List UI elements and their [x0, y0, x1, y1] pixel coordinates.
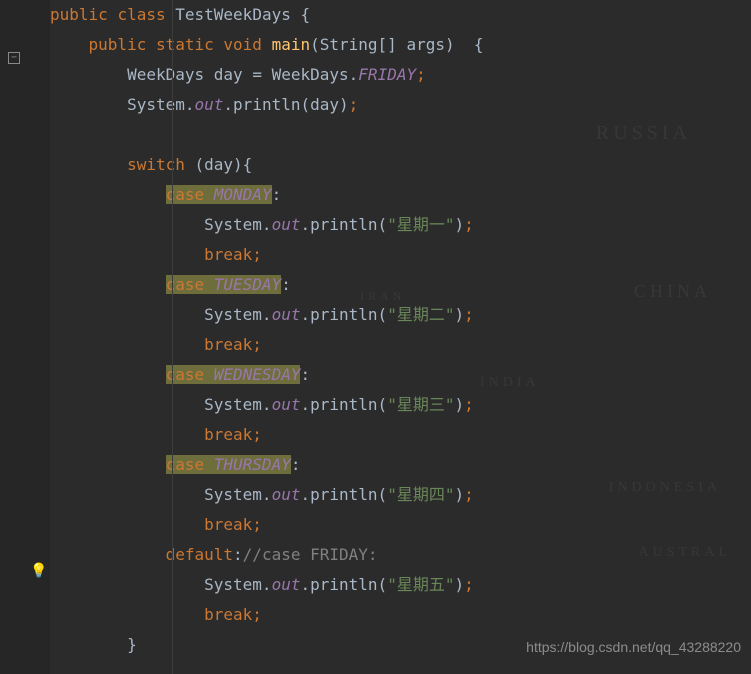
code-line: case MONDAY:: [50, 180, 751, 210]
code-line: WeekDays day = WeekDays.FRIDAY;: [50, 60, 751, 90]
code-line: System.out.println("星期一");: [50, 210, 751, 240]
code-line: break;: [50, 240, 751, 270]
editor-gutter: − 💡: [0, 0, 50, 674]
code-line: System.out.println("星期二");: [50, 300, 751, 330]
bulb-icon[interactable]: 💡: [30, 558, 47, 584]
code-line: System.out.println(day);: [50, 90, 751, 120]
code-line: System.out.println("星期五");: [50, 570, 751, 600]
code-line: default://case FRIDAY:: [50, 540, 751, 570]
code-line: break;: [50, 510, 751, 540]
code-line: [50, 120, 751, 150]
code-line: case THURSDAY:: [50, 450, 751, 480]
indent-guide: [172, 0, 173, 674]
code-line: public class TestWeekDays {: [50, 0, 751, 30]
code-line: case TUESDAY:: [50, 270, 751, 300]
code-line: break;: [50, 600, 751, 630]
code-line: break;: [50, 420, 751, 450]
code-line: System.out.println("星期四");: [50, 480, 751, 510]
code-line: case WEDNESDAY:: [50, 360, 751, 390]
code-area[interactable]: public class TestWeekDays { public stati…: [50, 0, 751, 674]
watermark-text: https://blog.csdn.net/qq_43288220: [526, 634, 741, 660]
collapse-icon[interactable]: −: [8, 52, 20, 64]
code-editor[interactable]: − 💡 public class TestWeekDays { public s…: [0, 0, 751, 674]
code-line: break;: [50, 330, 751, 360]
code-line: System.out.println("星期三");: [50, 390, 751, 420]
code-line: public static void main(String[] args) {: [50, 30, 751, 60]
code-line: switch (day){: [50, 150, 751, 180]
